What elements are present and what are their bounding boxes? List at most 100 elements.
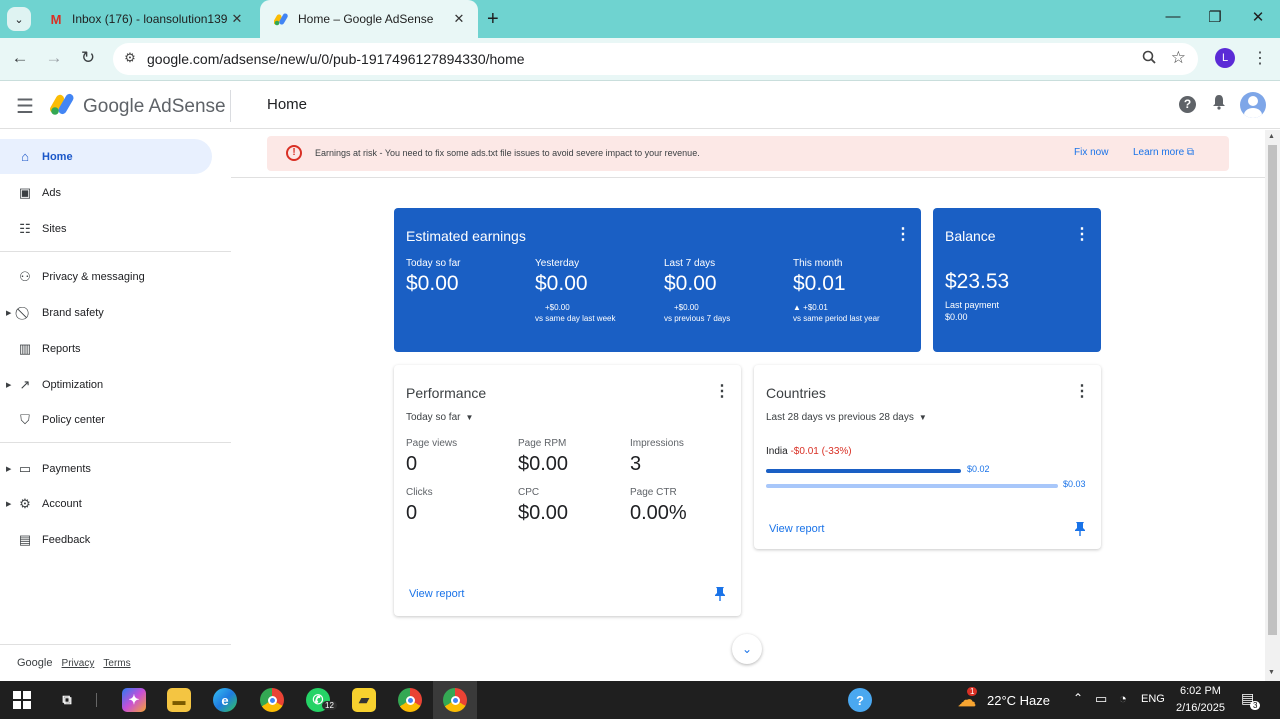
view-report-link[interactable]: View report bbox=[409, 588, 464, 600]
close-tab-icon[interactable]: ✕ bbox=[450, 11, 468, 27]
expand-caret-icon[interactable]: ▶ bbox=[6, 381, 11, 389]
language-indicator[interactable]: ENG bbox=[1141, 693, 1165, 705]
chrome-icon[interactable] bbox=[260, 688, 284, 712]
more-options-icon[interactable]: ⋮ bbox=[714, 384, 730, 400]
chevron-down-icon: ⌄ bbox=[741, 642, 753, 656]
metric-delta: +$0.00 bbox=[674, 303, 699, 312]
nav-divider bbox=[0, 442, 231, 443]
tab-gmail[interactable]: M Inbox (176) - loansolution139@ ✕ bbox=[34, 0, 256, 38]
scroll-up-arrow-icon[interactable]: ▲ bbox=[1268, 133, 1275, 140]
notifications-icon[interactable] bbox=[1212, 94, 1226, 115]
sidebar-item-reports[interactable]: ▥ Reports bbox=[0, 331, 212, 366]
header-divider bbox=[230, 90, 231, 122]
more-options-icon[interactable]: ⋮ bbox=[1074, 384, 1090, 400]
help-icon[interactable]: ? bbox=[1179, 96, 1196, 113]
sidebar-item-privacy[interactable]: ⚇ Privacy & messaging bbox=[0, 259, 212, 294]
account-avatar[interactable] bbox=[1240, 92, 1266, 118]
metric-page-ctr: Page CTR 0.00% bbox=[630, 487, 687, 525]
copilot-icon[interactable]: ✦ bbox=[122, 688, 146, 712]
sidebar-item-ads[interactable]: ▣ Ads bbox=[0, 175, 212, 210]
battery-icon[interactable]: ▭ bbox=[1095, 691, 1107, 707]
tab-search-button[interactable]: ⌄ bbox=[7, 7, 31, 31]
metric-this-month: This month $0.01 ▲ +$0.01 vs same period… bbox=[793, 258, 880, 324]
ads-icon: ▣ bbox=[18, 184, 32, 200]
expand-caret-icon[interactable]: ▶ bbox=[6, 465, 11, 473]
range-dropdown[interactable]: Today so far ▼ bbox=[406, 412, 473, 423]
sidebar-item-account[interactable]: ▶ ⚙ Account bbox=[0, 486, 212, 521]
pin-icon[interactable] bbox=[714, 586, 726, 604]
url-text[interactable]: google.com/adsense/new/u/0/pub-191749612… bbox=[147, 51, 525, 67]
site-info-icon[interactable]: ⚙ bbox=[121, 50, 139, 68]
view-report-link[interactable]: View report bbox=[769, 523, 824, 535]
browser-toolbar: ← → ↻ ⚙ google.com/adsense/new/u/0/pub-1… bbox=[0, 38, 1280, 81]
range-label: Today so far bbox=[406, 412, 461, 423]
close-tab-icon[interactable]: ✕ bbox=[228, 11, 246, 27]
chrome-profile-icon[interactable] bbox=[398, 688, 422, 712]
gear-icon: ⚙ bbox=[19, 495, 31, 511]
range-label: Last 28 days vs previous 28 days bbox=[766, 412, 914, 423]
new-tab-icon[interactable]: + bbox=[487, 8, 499, 30]
help-app-icon[interactable]: ? bbox=[848, 688, 872, 712]
country-row: India -$0.01 (-33%) bbox=[766, 446, 852, 457]
pin-icon[interactable] bbox=[1074, 521, 1086, 539]
clock-time[interactable]: 6:02 PM bbox=[1180, 685, 1221, 697]
expand-caret-icon[interactable]: ▶ bbox=[6, 309, 11, 317]
browser-menu-icon[interactable]: ⋮ bbox=[1252, 48, 1268, 68]
sidebar-item-brand-safety[interactable]: ▶ ⃠ Brand safety bbox=[0, 295, 212, 330]
nav-divider bbox=[0, 644, 231, 645]
wifi-icon[interactable]: ◔ bbox=[1119, 691, 1127, 706]
more-options-icon[interactable]: ⋮ bbox=[1074, 227, 1090, 243]
chrome-center-icon bbox=[450, 695, 460, 705]
back-icon[interactable]: ← bbox=[8, 48, 32, 68]
page-scrollbar[interactable]: ▲ ▼ bbox=[1265, 130, 1280, 681]
scroll-down-arrow-icon[interactable]: ▼ bbox=[1268, 669, 1275, 676]
sidebar-item-payments[interactable]: ▶ ▭ Payments bbox=[0, 451, 212, 486]
edge-icon[interactable]: e bbox=[213, 688, 237, 712]
file-explorer-icon[interactable]: ▬ bbox=[167, 688, 191, 712]
gmail-icon: M bbox=[50, 11, 62, 27]
sidebar-item-optimization[interactable]: ▶ ↗ Optimization bbox=[0, 367, 212, 402]
tab-adsense[interactable]: Home – Google AdSense ✕ bbox=[260, 0, 478, 38]
task-view-icon[interactable]: ⧉ bbox=[55, 688, 79, 712]
profile-avatar[interactable]: L bbox=[1215, 48, 1235, 68]
sidebar-item-policy-center[interactable]: ⛉ Policy center bbox=[0, 402, 212, 437]
zoom-icon[interactable] bbox=[1142, 50, 1156, 67]
sidebar-item-sites[interactable]: ☷ Sites bbox=[0, 211, 212, 246]
last-payment-value: $0.00 bbox=[945, 312, 968, 322]
scrollbar-thumb[interactable] bbox=[1268, 145, 1277, 635]
sidebar-item-feedback[interactable]: ▤ Feedback bbox=[0, 522, 212, 557]
reload-icon[interactable]: ↻ bbox=[76, 48, 100, 68]
expand-caret-icon[interactable]: ▶ bbox=[6, 500, 11, 508]
bookmark-star-icon[interactable]: ☆ bbox=[1171, 48, 1186, 68]
restore-icon[interactable]: ❐ bbox=[1200, 8, 1230, 26]
chevron-down-icon: ⌄ bbox=[14, 13, 24, 26]
alert-message: Earnings at risk - You need to fix some … bbox=[315, 148, 700, 158]
menu-icon[interactable]: ☰ bbox=[16, 94, 34, 119]
metric-value: $0.00 bbox=[406, 272, 459, 295]
privacy-link[interactable]: Privacy bbox=[62, 658, 95, 669]
close-window-icon[interactable]: ✕ bbox=[1243, 8, 1273, 26]
sidebar-item-home[interactable]: ⌂ Home bbox=[0, 139, 212, 174]
learn-more-link[interactable]: Learn more ⧉ bbox=[1133, 147, 1194, 158]
scroll-down-button[interactable]: ⌄ bbox=[732, 634, 762, 664]
metric-value: $0.01 bbox=[793, 272, 846, 295]
range-dropdown[interactable]: Last 28 days vs previous 28 days ▼ bbox=[766, 412, 927, 423]
windows-start-icon[interactable] bbox=[10, 688, 34, 712]
adsense-icon bbox=[274, 11, 290, 27]
address-bar[interactable]: ⚙ google.com/adsense/new/u/0/pub-1917496… bbox=[113, 43, 1198, 75]
current-period-bar bbox=[766, 469, 961, 473]
chrome-active-icon[interactable] bbox=[443, 688, 467, 712]
fix-now-button[interactable]: Fix now bbox=[1074, 147, 1108, 158]
chevron-up-icon[interactable]: ⌃ bbox=[1073, 691, 1083, 705]
clock-date[interactable]: 2/16/2025 bbox=[1176, 702, 1225, 714]
app-header: ☰ Google AdSense Home ? bbox=[0, 82, 1280, 129]
minimize-icon[interactable]: — bbox=[1158, 8, 1188, 25]
feedback-icon: ▤ bbox=[18, 531, 32, 547]
metric-value: $0.00 bbox=[518, 502, 569, 524]
sticky-notes-icon[interactable]: ▰ bbox=[352, 688, 376, 712]
weather-text[interactable]: 22°C Haze bbox=[987, 693, 1050, 708]
terms-link[interactable]: Terms bbox=[103, 658, 130, 669]
sites-icon: ☷ bbox=[19, 220, 31, 236]
forward-icon[interactable]: → bbox=[42, 48, 66, 68]
more-options-icon[interactable]: ⋮ bbox=[895, 227, 911, 243]
